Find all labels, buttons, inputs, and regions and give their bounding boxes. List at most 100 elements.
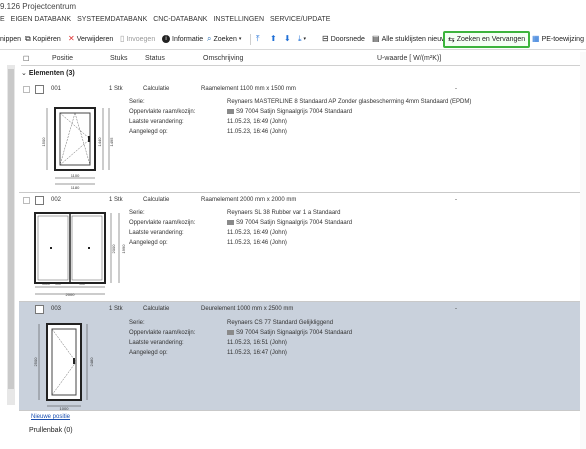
select-all-checkbox[interactable]: ☐ — [23, 55, 29, 63]
new-position-link[interactable]: Nieuwe positie — [31, 414, 70, 420]
cell-status: Calculatie — [143, 197, 170, 203]
menu-item-systeemdatabank[interactable]: SYSTEEMDATABANK — [77, 14, 147, 27]
all-bom-new-button[interactable]: ▤ Alle stuklijsten nieuw — [372, 32, 446, 46]
menu-bar: E EIGEN DATABANK SYSTEEMDATABANK CNC-DAT… — [0, 14, 586, 27]
cross-section-button[interactable]: ⊟ Doorsnede — [322, 32, 365, 46]
cell-positie: 001 — [51, 86, 62, 92]
collapse-icon: ⌄ — [21, 70, 29, 77]
expand-icon[interactable] — [23, 86, 30, 93]
info-icon: i — [162, 35, 170, 43]
cut-button[interactable]: nippen — [0, 32, 21, 46]
cell-omschrijving: Raamelement 1100 mm x 1500 mm — [201, 86, 296, 92]
search-replace-button[interactable]: ⇆ Zoeken en Vervangen — [443, 31, 531, 48]
column-omschrijving[interactable]: Omschrijving — [203, 55, 243, 62]
search-replace-icon: ⇆ — [448, 34, 455, 44]
move-up-button[interactable]: ⬆ — [270, 32, 277, 46]
label-oppervlakte: Oppervlakte raam/kozijn: — [129, 330, 196, 336]
row-checkbox[interactable] — [35, 85, 44, 94]
value-oppervlakte: S9 7004 Satijn Signaalgrijs 7004 Standaa… — [227, 330, 352, 336]
paste-icon: ▯ — [120, 34, 125, 43]
value-oppervlakte-text: S9 7004 Satijn Signaalgrijs 7004 Standaa… — [236, 330, 353, 337]
label-aangelegd: Aangelegd op: — [129, 240, 168, 246]
label-aangelegd: Aangelegd op: — [129, 129, 168, 135]
value-oppervlakte: S9 7004 Satijn Signaalgrijs 7004 Standaa… — [227, 109, 352, 115]
label-serie: Serie: — [129, 99, 145, 105]
cell-stuks: 1 Stk — [109, 306, 123, 312]
label-oppervlakte: Oppervlakte raam/kozijn: — [129, 109, 196, 115]
info-button[interactable]: i Informatie — [162, 32, 203, 46]
copy-button[interactable]: ⧉ Kopiëren — [25, 32, 61, 46]
cut-label: nippen — [0, 35, 22, 43]
value-serie: Reynaers CS 77 Standard Gelijkliggend — [227, 320, 334, 326]
dim-label: 2480 — [89, 357, 94, 367]
insert-button[interactable]: ▯ Invoegen — [120, 32, 155, 46]
move-bottom-button[interactable]: ⤓ ▾ — [298, 32, 306, 46]
label-laatste: Laatste verandering: — [129, 230, 184, 236]
pe-assignment-button[interactable]: ▦ PE-toewijzing — [532, 32, 584, 46]
scrollbar-thumb[interactable] — [8, 69, 14, 389]
color-swatch — [227, 220, 234, 225]
cell-positie: 002 — [51, 197, 62, 203]
row-checkbox[interactable] — [35, 196, 44, 205]
table-row[interactable]: 002 1 Stk Calculatie Raamelement 2000 mm… — [19, 193, 584, 302]
pe-assignment-label: PE-toewijzing — [541, 35, 584, 43]
value-aangelegd: 11.05.23, 16:46 (John) — [227, 129, 287, 135]
value-aangelegd: 11.05.23, 16:46 (John) — [227, 240, 287, 246]
cross-section-icon: ⊟ — [322, 34, 329, 43]
menu-item-cnc-databank[interactable]: CNC-DATABANK — [153, 14, 207, 27]
menu-item-service-update[interactable]: SERVICE/UPDATE — [270, 14, 330, 27]
label-aangelegd: Aangelegd op: — [129, 350, 168, 356]
move-down-button[interactable]: ⬇ — [284, 32, 291, 46]
column-status[interactable]: Status — [145, 55, 165, 62]
info-label: Informatie — [172, 35, 204, 43]
grid-icon: ▦ — [532, 34, 540, 43]
copy-label: Kopiëren — [32, 35, 61, 43]
value-aangelegd: 11.05.23, 16:47 (John) — [227, 350, 287, 356]
value-oppervlakte: S9 7004 Satijn Signaalgrijs 7004 Standaa… — [227, 220, 352, 226]
value-laatste: 11.05.23, 16:49 (John) — [227, 119, 287, 125]
cell-omschrijving: Raamelement 2000 mm x 2000 mm — [201, 197, 297, 203]
toolbar-separator — [250, 34, 251, 45]
column-header-row: ☐ Positie Stuks Status Omschrijving U-wa… — [21, 52, 586, 66]
arrow-down-icon: ⬇ — [284, 34, 291, 43]
cell-status: Calculatie — [143, 86, 170, 92]
color-swatch — [227, 330, 234, 335]
copy-icon: ⧉ — [25, 34, 31, 43]
dim-label: 1500 — [41, 137, 46, 147]
delete-button[interactable]: ✕ Verwijderen — [68, 32, 113, 46]
dim-label: 900 — [55, 282, 61, 286]
value-oppervlakte-text: S9 7004 Satijn Signaalgrijs 7004 Standaa… — [236, 109, 353, 116]
search-button[interactable]: ⌕ Zoeken ▾ — [207, 32, 241, 46]
dim-label: 1000 — [42, 282, 50, 286]
dim-label: 1495 — [109, 137, 114, 147]
cell-stuks: 1 Stk — [109, 197, 123, 203]
menu-item-e[interactable]: E — [0, 14, 5, 27]
column-positie[interactable]: Positie — [52, 55, 73, 62]
arrow-up-icon: ⬆ — [270, 34, 277, 43]
table-row[interactable]: 001 1 Stk Calculatie Raamelement 1100 mm… — [19, 82, 584, 193]
cell-positie: 003 — [51, 306, 62, 312]
label-laatste: Laatste verandering: — [129, 340, 184, 346]
menu-item-eigen-databank[interactable]: EIGEN DATABANK — [11, 14, 71, 27]
dim-label: 1000 — [60, 406, 70, 410]
column-uwaarde[interactable]: U-waarde [ W/(m²K)] — [377, 55, 441, 62]
right-edge — [580, 52, 586, 449]
table-row-selected[interactable]: 003 1 Stk Calculatie Deurelement 1000 mm… — [19, 302, 584, 411]
cell-uwaarde: - — [455, 306, 457, 312]
chevron-down-icon: ▾ — [303, 36, 307, 42]
search-replace-label: Zoeken en Vervangen — [456, 36, 526, 43]
move-top-button[interactable]: ⤒ — [256, 32, 260, 46]
search-label: Zoeken — [213, 35, 237, 43]
column-stuks[interactable]: Stuks — [110, 55, 128, 62]
menu-item-instellingen[interactable]: INSTELLINGEN — [213, 14, 264, 27]
cell-status: Calculatie — [143, 306, 170, 312]
group-header-elementen[interactable]: ⌄ Elementen (3) — [21, 69, 75, 77]
row-checkbox[interactable] — [35, 305, 44, 314]
group-title: Elementen (3) — [28, 70, 75, 77]
window-drawing: 1100 1180 1500 1440 1495 — [41, 107, 114, 190]
expand-icon[interactable] — [23, 197, 30, 204]
dim-label: 1100 — [71, 173, 80, 178]
vertical-scrollbar[interactable] — [7, 65, 15, 405]
recycle-bin-group[interactable]: Prullenbak (0) — [29, 427, 73, 434]
search-icon: ⌕ — [207, 34, 212, 43]
